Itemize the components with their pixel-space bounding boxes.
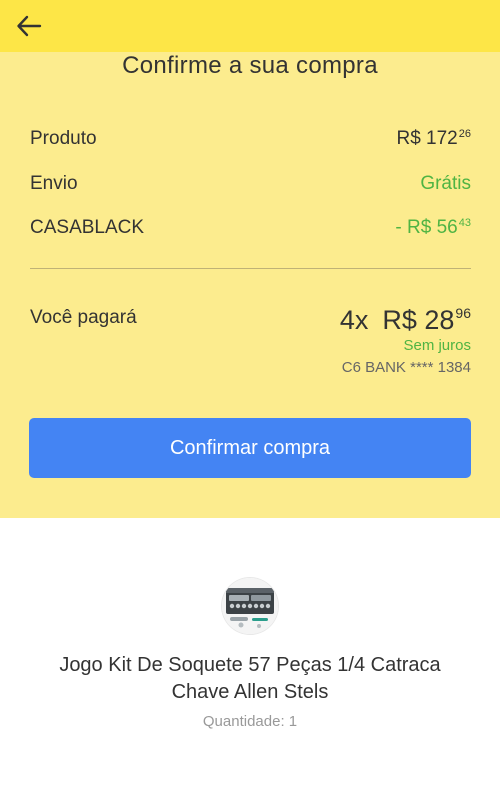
product-price-row: Produto R$ 17226 (30, 128, 471, 154)
top-bar (0, 0, 500, 52)
coupon-discount: - R$ 5643 (395, 217, 471, 238)
product-quantity: Quantidade: 1 (202, 713, 298, 730)
interest-free-note: Sem juros (403, 337, 471, 354)
shipping-value: Grátis (420, 173, 471, 194)
page-title: Confirme a sua compra (122, 52, 378, 79)
product-label: Produto (30, 128, 97, 149)
divider (30, 268, 471, 269)
product-name: Jogo Kit De Soquete 57 Peças 1/4 Catraca… (59, 654, 441, 703)
shipping-label: Envio (30, 173, 78, 194)
socket-kit-image (222, 578, 278, 634)
product-thumbnail (222, 578, 278, 634)
coupon-label: CASABLACK (30, 217, 145, 238)
total-label: Você pagará (30, 307, 137, 328)
payment-card: C6 BANK **** 1384 (341, 359, 471, 376)
product-price: R$ 17226 (396, 128, 471, 149)
coupon-row: CASABLACK - R$ 5643 (30, 217, 471, 243)
back-button[interactable] (14, 10, 46, 42)
arrow-left-icon (17, 15, 42, 37)
confirm-purchase-button[interactable]: Confirmar compra (29, 418, 471, 478)
shipping-row: Envio Grátis (30, 173, 471, 199)
installment-amount: 4x R$ 2896 (339, 305, 471, 335)
